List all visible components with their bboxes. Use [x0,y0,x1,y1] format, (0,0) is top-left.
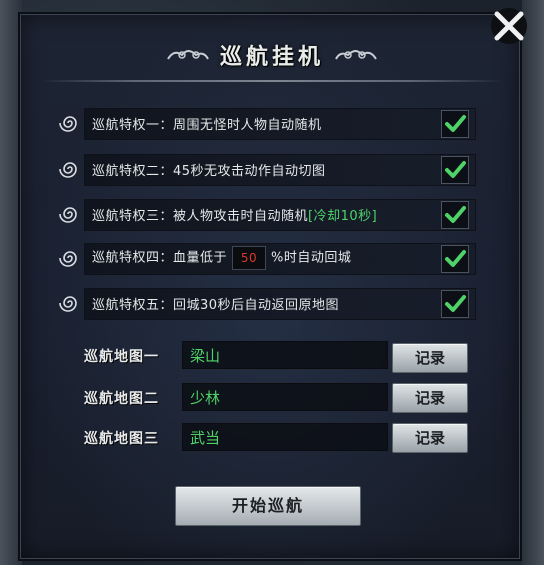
checkmark-icon [445,206,466,223]
checkmark-icon [445,161,466,178]
spiral-icon [59,207,77,223]
privilege-checkbox-3[interactable] [441,201,469,229]
privilege-label-after: %时自动回城 [271,250,352,266]
privilege-checkbox-5[interactable] [441,290,469,318]
route-field-3[interactable]: 武当 [182,423,388,451]
privilege-label: 巡航特权三：被人物攻击时自动随机[冷却10秒] [92,205,377,224]
spiral-icon [59,251,77,267]
record-button-3[interactable]: 记录 [392,423,468,453]
cloud-ornament-icon [167,50,209,60]
route-field-2[interactable]: 少林 [182,383,388,411]
privilege-row-3: 巡航特权三：被人物攻击时自动随机[冷却10秒] [58,199,476,231]
spiral-icon [59,162,77,178]
checkmark-icon [445,295,466,312]
start-cruise-button[interactable]: 开始巡航 [175,486,361,526]
route-label-1: 巡航地图一 [84,349,159,365]
privilege-label-text: 巡航特权三：被人物攻击时自动随机 [92,209,309,224]
route-label-3: 巡航地图三 [84,431,159,447]
title-text: 巡航挂机 [219,44,324,70]
privilege-row-2: 巡航特权二：45秒无攻击动作自动切图 [58,154,476,186]
spiral-icon [59,296,77,312]
privilege-checkbox-4[interactable] [441,245,469,273]
right-edge [522,0,544,565]
record-button-2[interactable]: 记录 [392,383,468,413]
privilege-row-5: 巡航特权五：回城30秒后自动返回原地图 [58,288,476,320]
checkmark-icon [445,115,466,132]
privilege-label: 巡航特权五：回城30秒后自动返回原地图 [92,298,340,313]
privilege-label: 巡航特权一：周围无怪时人物自动随机 [92,118,322,133]
spiral-icon [59,116,77,132]
panel-title: 巡航挂机 [0,30,544,80]
hp-threshold-input[interactable]: 50 [232,246,267,270]
privilege-label: 巡航特权四：血量低于 50 %时自动回城 [92,246,351,270]
privilege-row-1: 巡航特权一：周围无怪时人物自动随机 [58,108,476,140]
privilege-label: 巡航特权二：45秒无攻击动作自动切图 [92,164,326,179]
route-label-2: 巡航地图二 [84,391,159,407]
cloud-ornament-icon [335,50,377,60]
privilege-checkbox-1[interactable] [441,110,469,138]
cooldown-note: [冷却10秒] [308,209,378,224]
privilege-label-before: 巡航特权四：血量低于 [92,250,228,266]
privilege-checkbox-2[interactable] [441,156,469,184]
record-button-1[interactable]: 记录 [392,343,468,373]
checkmark-icon [445,250,466,267]
route-field-1[interactable]: 梁山 [182,341,388,369]
title-divider [40,80,504,82]
cruise-panel [18,12,522,561]
privilege-row-4: 巡航特权四：血量低于 50 %时自动回城 [58,243,476,275]
